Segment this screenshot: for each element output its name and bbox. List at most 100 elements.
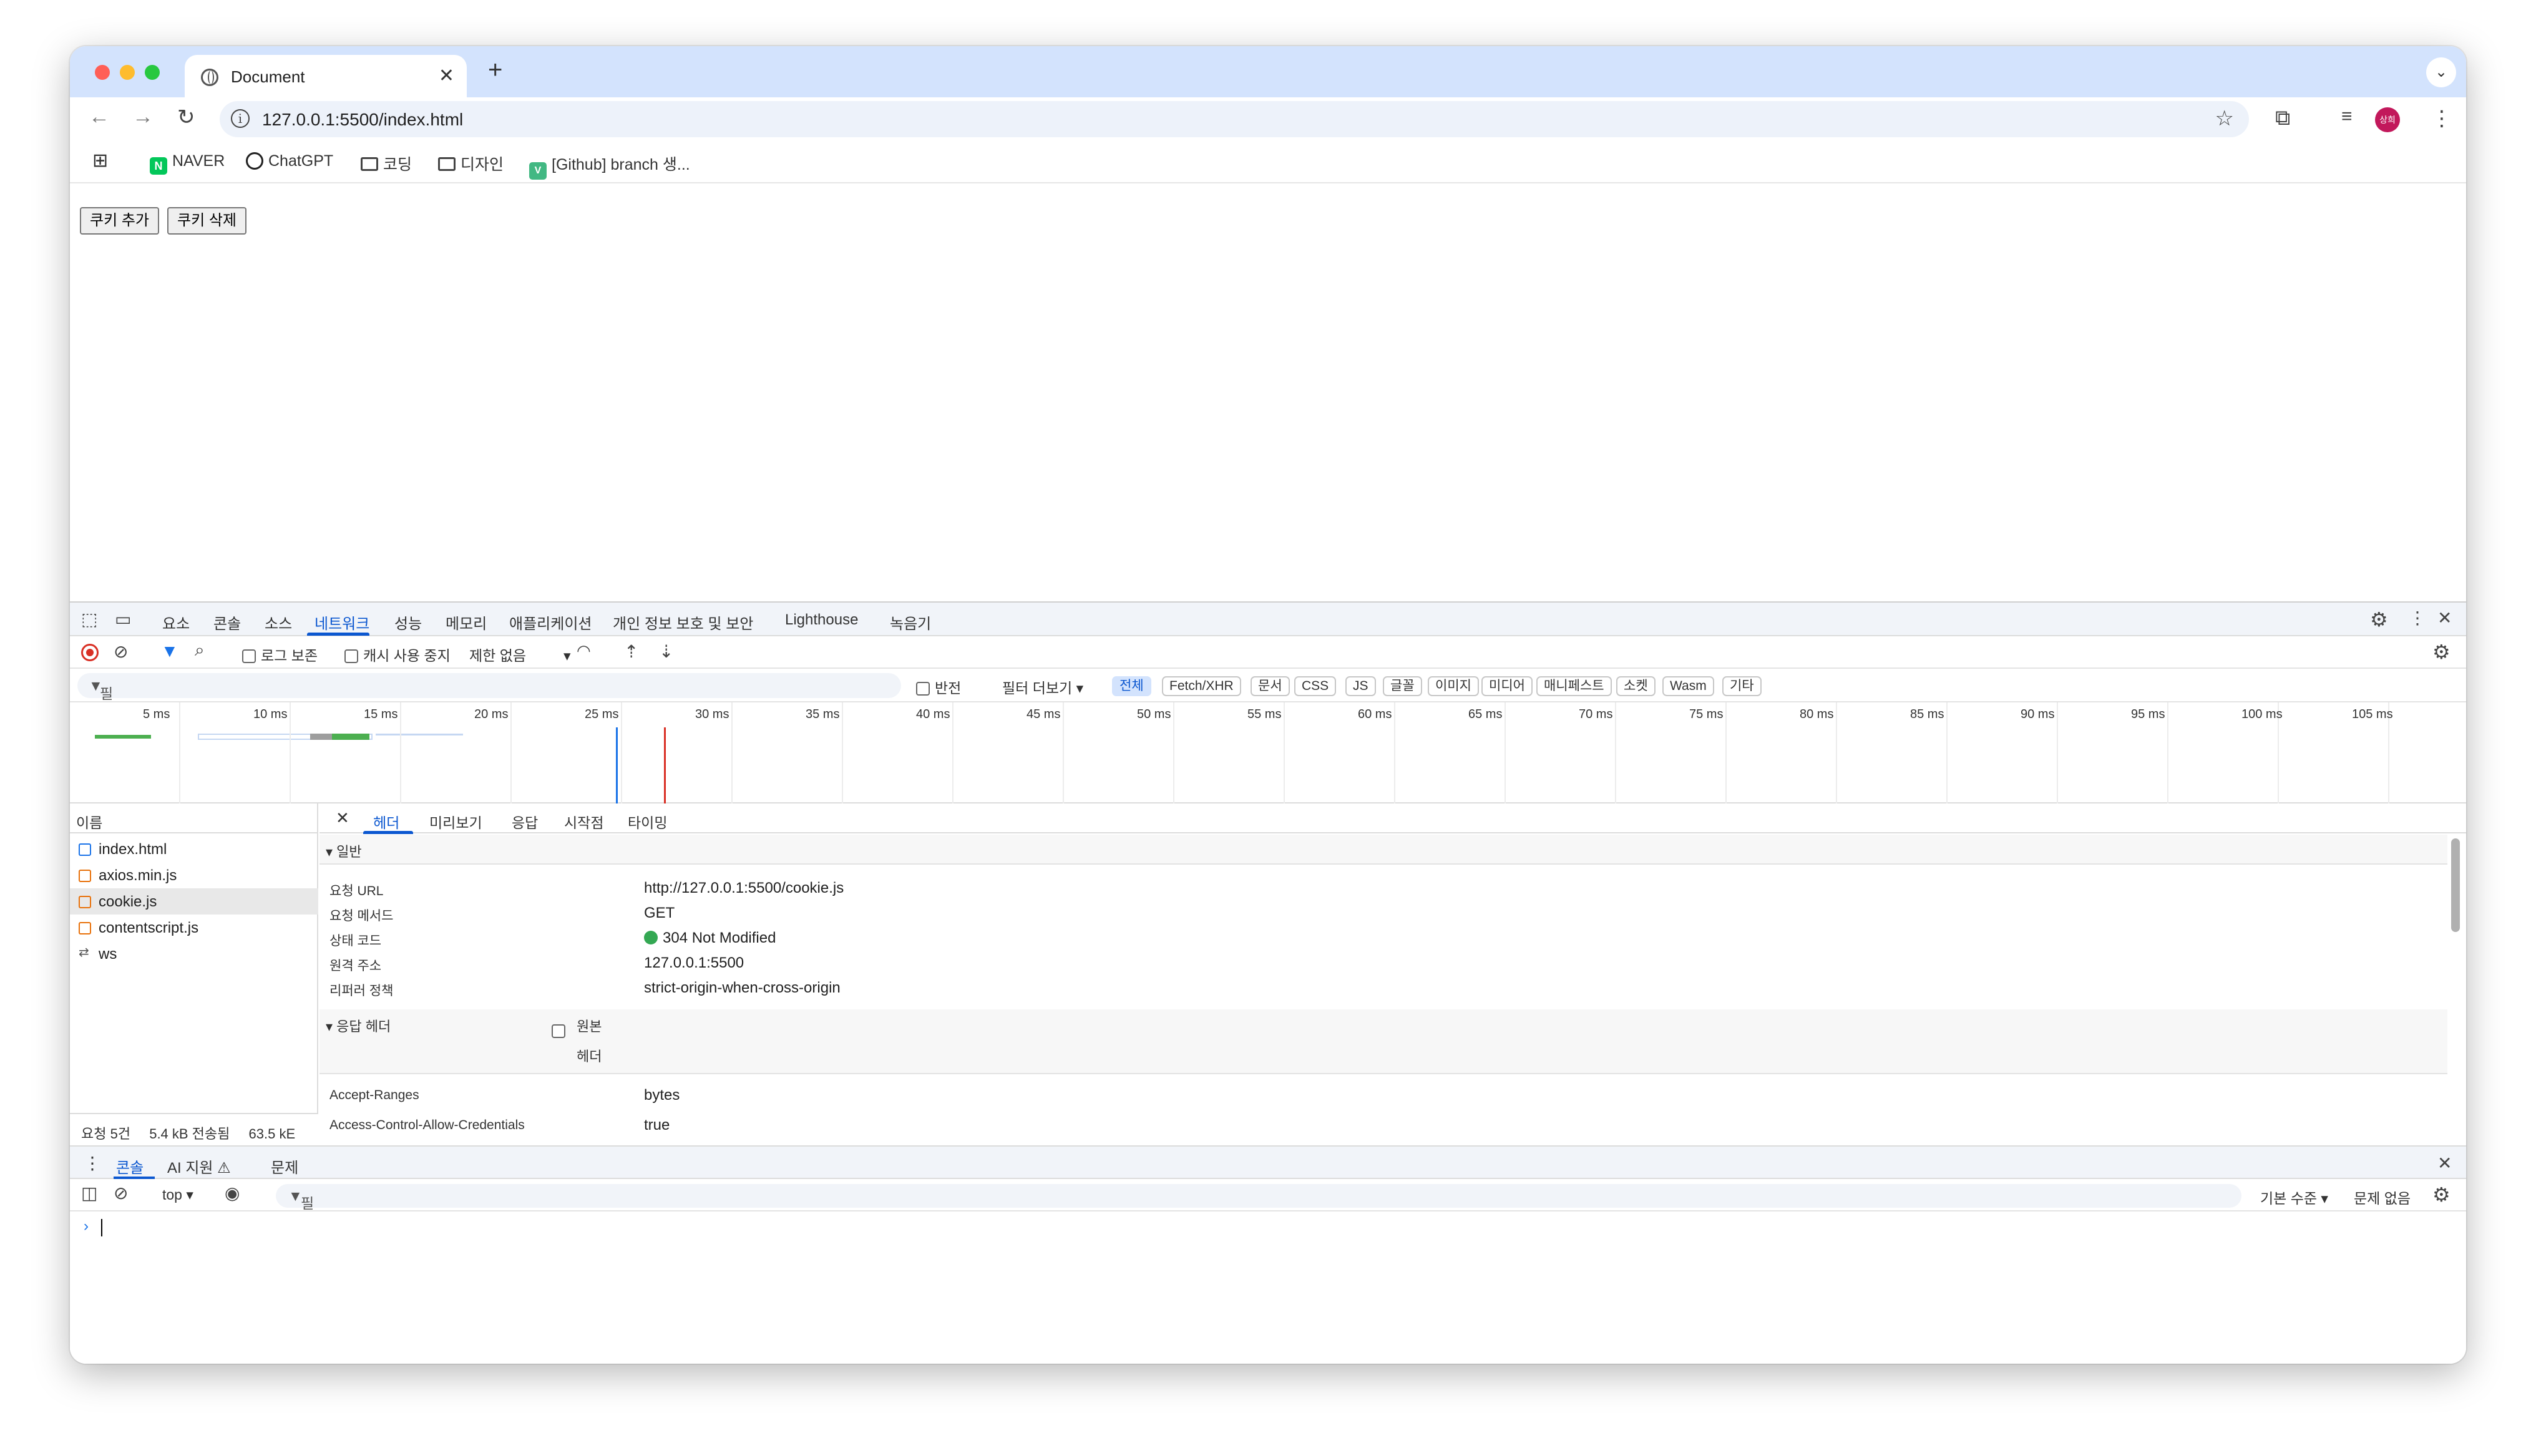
settings-gear-icon[interactable]: ⚙ [2370,608,2388,631]
devtools-more-icon[interactable]: ⋮ [2409,608,2426,628]
new-tab-button[interactable]: + [488,56,502,84]
forward-arrow-icon[interactable]: → [132,105,154,129]
disable-cache-checkbox[interactable]: 캐시 사용 중지 [344,644,451,665]
console-filter-input[interactable]: ▼ 필터 [276,1184,2241,1233]
network-settings-gear-icon[interactable]: ⚙ [2432,640,2451,664]
inspect-element-icon[interactable]: ⬚ [81,609,97,629]
live-expression-eye-icon[interactable]: ◉ [225,1183,240,1203]
reload-icon[interactable]: ↻ [177,105,195,130]
details-scrollbar[interactable] [2451,838,2460,932]
tab-timing[interactable]: 타이밍 [628,811,667,832]
network-filter-input[interactable]: ▼ 필터 [77,673,901,723]
tab-elements[interactable]: 요소 [162,611,190,633]
network-overview-timeline[interactable]: 5 ms 10 ms 15 ms 20 ms 25 ms 30 ms 35 ms 40 ms 4… [70,702,2466,803]
tab-lighthouse[interactable]: Lighthouse [785,611,858,629]
drawer-tab-console[interactable]: 콘솔 [116,1155,144,1177]
tab-initiator[interactable]: 시작점 [564,811,603,832]
invert-checkbox[interactable]: 반전 [916,676,961,697]
bookmark-chatgpt[interactable]: ChatGPT [246,152,333,170]
clear-log-icon[interactable]: ⊘ [114,641,128,662]
request-row-axios[interactable]: axios.min.js [70,862,318,888]
tab-network[interactable]: 네트워크 [315,611,369,633]
tab-sources[interactable]: 소스 [265,611,292,633]
close-window-button[interactable] [95,65,110,80]
console-input-area[interactable]: › [70,1211,2466,1364]
request-row-index-html[interactable]: index.html [70,836,318,862]
response-headers-section-header[interactable]: ▾ 응답 헤더 원본 헤더 [319,1009,2447,1074]
preserve-log-checkbox[interactable]: 로그 보존 [242,644,318,665]
bookmark-folder-design[interactable]: 디자인 [438,152,504,175]
filter-chip-other[interactable]: 기타 [1722,676,1762,696]
network-conditions-wifi-icon[interactable]: ◠ [577,641,591,661]
drawer-tab-issues[interactable]: 문제 [271,1155,298,1177]
close-drawer-icon[interactable]: ✕ [2437,1153,2452,1173]
extensions-puzzle-icon[interactable]: ⧉ [2275,106,2290,130]
device-toolbar-icon[interactable]: ▭ [115,609,131,629]
drawer-tab-ai-assistance[interactable]: AI 지원 ⚠ [167,1155,231,1177]
filter-chip-media[interactable]: 미디어 [1481,676,1533,696]
checkbox[interactable] [344,649,358,663]
filter-chip-doc[interactable]: 문서 [1251,676,1290,696]
more-filters-dropdown[interactable]: 필터 더보기 ▾ [1002,676,1083,697]
tab-response[interactable]: 응답 [512,811,538,832]
close-details-icon[interactable]: ✕ [336,808,349,828]
filter-chip-css[interactable]: CSS [1294,676,1337,696]
tab-search-chevron-icon[interactable]: ⌄ [2426,57,2456,87]
bookmark-star-icon[interactable]: ☆ [2215,106,2234,131]
profile-avatar[interactable]: 상희 [2375,107,2400,132]
media-controls-icon[interactable]: ≡ [2341,106,2353,127]
back-arrow-icon[interactable]: ← [89,105,110,129]
filter-chip-manifest[interactable]: 매니페스트 [1536,676,1612,696]
log-level-select[interactable]: 기본 수준 ▾ [2260,1187,2328,1208]
browser-tab-document[interactable]: Document ✕ [185,55,467,97]
issues-count[interactable]: 문제 없음 [2354,1187,2411,1208]
record-icon[interactable] [81,644,99,661]
filter-chip-font[interactable]: 글꼴 [1383,676,1422,696]
bookmark-folder-coding[interactable]: 코딩 [361,152,412,175]
close-devtools-icon[interactable]: ✕ [2437,608,2452,628]
checkbox[interactable] [242,649,256,663]
bookmark-naver[interactable]: N NAVER [150,152,225,175]
filter-chip-wasm[interactable]: Wasm [1662,676,1714,696]
filter-chip-js[interactable]: JS [1345,676,1376,696]
context-select[interactable]: top ▾ [162,1187,193,1203]
search-icon[interactable]: ⌕ [195,640,205,661]
tab-console[interactable]: 콘솔 [213,611,241,633]
add-cookie-button[interactable]: 쿠키 추가 [80,207,159,235]
bookmark-github-branch[interactable]: V [Github] branch 생... [529,152,690,180]
delete-cookie-button[interactable]: 쿠키 삭제 [167,207,246,235]
tab-recorder[interactable]: 녹음기 [890,611,931,633]
filter-chip-socket[interactable]: 소켓 [1616,676,1656,696]
import-har-upload-icon[interactable]: ⇡ [624,641,638,662]
more-menu-icon[interactable]: ⋮ [2431,106,2452,131]
clear-console-icon[interactable]: ⊘ [114,1183,128,1203]
minimize-window-button[interactable] [120,65,135,80]
tab-preview[interactable]: 미리보기 [429,811,482,832]
export-har-download-icon[interactable]: ⇣ [659,641,673,662]
tab-headers[interactable]: 헤더 [373,811,399,832]
close-tab-icon[interactable]: ✕ [439,65,454,87]
filter-funnel-icon[interactable]: ▼ [161,641,178,661]
checkbox[interactable] [916,682,930,696]
throttle-select[interactable]: 제한 없음 ▾ [469,644,571,665]
checkbox[interactable] [552,1024,565,1038]
request-row-cookie-js[interactable]: cookie.js [70,888,318,915]
drawer-menu-icon[interactable]: ⋮ [84,1153,101,1173]
url-text[interactable]: 127.0.0.1:5500/index.html [262,110,463,130]
site-info-icon[interactable]: i [231,109,250,128]
tab-memory[interactable]: 메모리 [446,611,487,633]
general-section-header[interactable]: ▾ 일반 [319,835,2447,865]
raw-headers-checkbox[interactable] [552,1023,570,1039]
console-settings-gear-icon[interactable]: ⚙ [2432,1183,2451,1206]
maximize-window-button[interactable] [145,65,160,80]
request-row-contentscript[interactable]: contentscript.js [70,915,318,941]
apps-grid-icon[interactable]: ⊞ [92,150,108,172]
tab-privacy-security[interactable]: 개인 정보 보호 및 보안 [613,611,753,633]
filter-chip-fetch-xhr[interactable]: Fetch/XHR [1162,676,1241,696]
filter-chip-all[interactable]: 전체 [1112,676,1151,696]
address-bar[interactable]: i 127.0.0.1:5500/index.html ☆ [220,101,2249,137]
tab-performance[interactable]: 성능 [394,611,422,633]
filter-chip-img[interactable]: 이미지 [1428,676,1479,696]
tab-application[interactable]: 애플리케이션 [509,611,592,633]
sidebar-toggle-icon[interactable]: ◫ [81,1183,97,1203]
